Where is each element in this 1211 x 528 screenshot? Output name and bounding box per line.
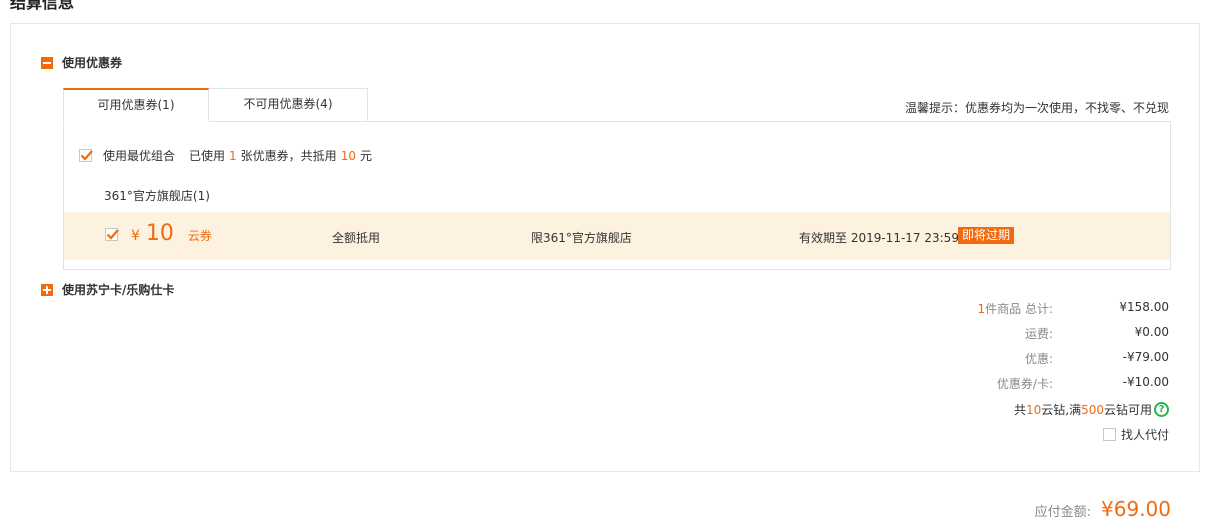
coupon-value: 10	[145, 221, 174, 246]
coupon-tip: 温馨提示：优惠券均为一次使用，不找零、不兑现	[904, 101, 1169, 115]
page-title: 结算信息	[10, 0, 75, 12]
total-value: ¥69.00	[1101, 497, 1171, 521]
shipping-label: 运费:	[1024, 327, 1053, 341]
coupon-limit: 限361°官方旗舰店	[531, 231, 632, 245]
used-suffix: 元	[359, 149, 372, 163]
used-prefix: 已使用	[189, 149, 226, 163]
card-section-toggle[interactable]: 使用苏宁卡/乐购仕卡	[41, 281, 174, 298]
tab-unavailable-coupons[interactable]: 不可用优惠券(4)	[209, 88, 368, 122]
card-section-label: 使用苏宁卡/乐购仕卡	[62, 283, 175, 297]
items-total-label: 1件商品 总计:	[933, 300, 1054, 317]
best-combo-label: 使用最优组合	[103, 149, 176, 163]
coupon-tabs: 可用优惠券(1) 不可用优惠券(4)	[63, 88, 368, 122]
proxy-pay-label: 找人代付	[1120, 428, 1169, 442]
coupon-section-label: 使用优惠券	[62, 56, 123, 70]
collapse-icon[interactable]	[41, 56, 53, 69]
coupon-amount: ¥ 10 云券	[131, 221, 212, 246]
items-count: 1	[977, 302, 986, 316]
coupon-valid-until: 有效期至 2019-11-17 23:59	[799, 231, 959, 245]
summary-discount: 优惠: -¥79.00	[933, 350, 1169, 367]
items-label: 件商品 总计:	[985, 302, 1053, 316]
proxy-pay-row: 找人代付	[1102, 426, 1169, 443]
coupon-card-value: -¥10.00	[1122, 375, 1169, 389]
discount-value: -¥79.00	[1122, 350, 1169, 364]
check-icon	[106, 229, 119, 240]
yun-threshold: 500	[1081, 402, 1104, 417]
summary-items-total: 1件商品 总计: ¥158.00	[933, 300, 1170, 317]
shipping-value: ¥0.00	[1134, 325, 1169, 339]
coupon-section-toggle[interactable]: 使用优惠券	[41, 54, 122, 71]
coupon-checkbox[interactable]	[105, 228, 119, 241]
yun-suffix: 云钻可用	[1103, 403, 1152, 417]
yunzuan-line: 共 10 云钻,满 500 云钻可用 ?	[1014, 401, 1169, 418]
check-icon	[80, 150, 93, 161]
shop-name: 361°官方旗舰店(1)	[104, 189, 210, 203]
proxy-pay-checkbox[interactable]	[1102, 428, 1116, 441]
best-combo-checkbox[interactable]	[79, 149, 93, 162]
total-label: 应付金额:	[1034, 505, 1092, 520]
total-payable: 应付金额: ¥69.00	[1035, 497, 1171, 521]
coupon-deduction: 全额抵用	[332, 231, 381, 245]
coupon-card-label: 优惠券/卡:	[996, 377, 1053, 391]
yun-mid: 云钻,满	[1041, 403, 1082, 417]
used-amount: 10	[340, 148, 356, 163]
coupon-row[interactable]: ¥ 10 云券 全额抵用 限361°官方旗舰店 有效期至 2019-11-17 …	[64, 212, 1170, 260]
expand-icon[interactable]	[41, 283, 53, 296]
summary-coupon: 优惠券/卡: -¥10.00	[933, 375, 1169, 392]
items-total-value: ¥158.00	[1119, 300, 1169, 314]
help-icon[interactable]: ?	[1154, 402, 1169, 417]
yun-count: 10	[1025, 402, 1042, 417]
used-count: 1	[229, 148, 237, 163]
used-mid: 张优惠券，共抵用	[240, 149, 337, 163]
best-combo-row: 使用最优组合 已使用 1 张优惠券，共抵用 10 元	[79, 147, 372, 164]
yun-prefix: 共	[1013, 403, 1026, 417]
coupon-currency: ¥	[131, 228, 140, 244]
summary-shipping: 运费: ¥0.00	[933, 325, 1169, 342]
expiring-badge: 即将过期	[958, 227, 1015, 244]
coupon-list-box: 使用最优组合 已使用 1 张优惠券，共抵用 10 元 361°官方旗舰店(1) …	[63, 121, 1171, 270]
discount-label: 优惠:	[1024, 352, 1053, 366]
tab-available-coupons[interactable]: 可用优惠券(1)	[63, 88, 209, 122]
coupon-kind: 云券	[187, 229, 212, 243]
settlement-panel: 使用优惠券 可用优惠券(1) 不可用优惠券(4) 温馨提示：优惠券均为一次使用，…	[10, 23, 1200, 472]
